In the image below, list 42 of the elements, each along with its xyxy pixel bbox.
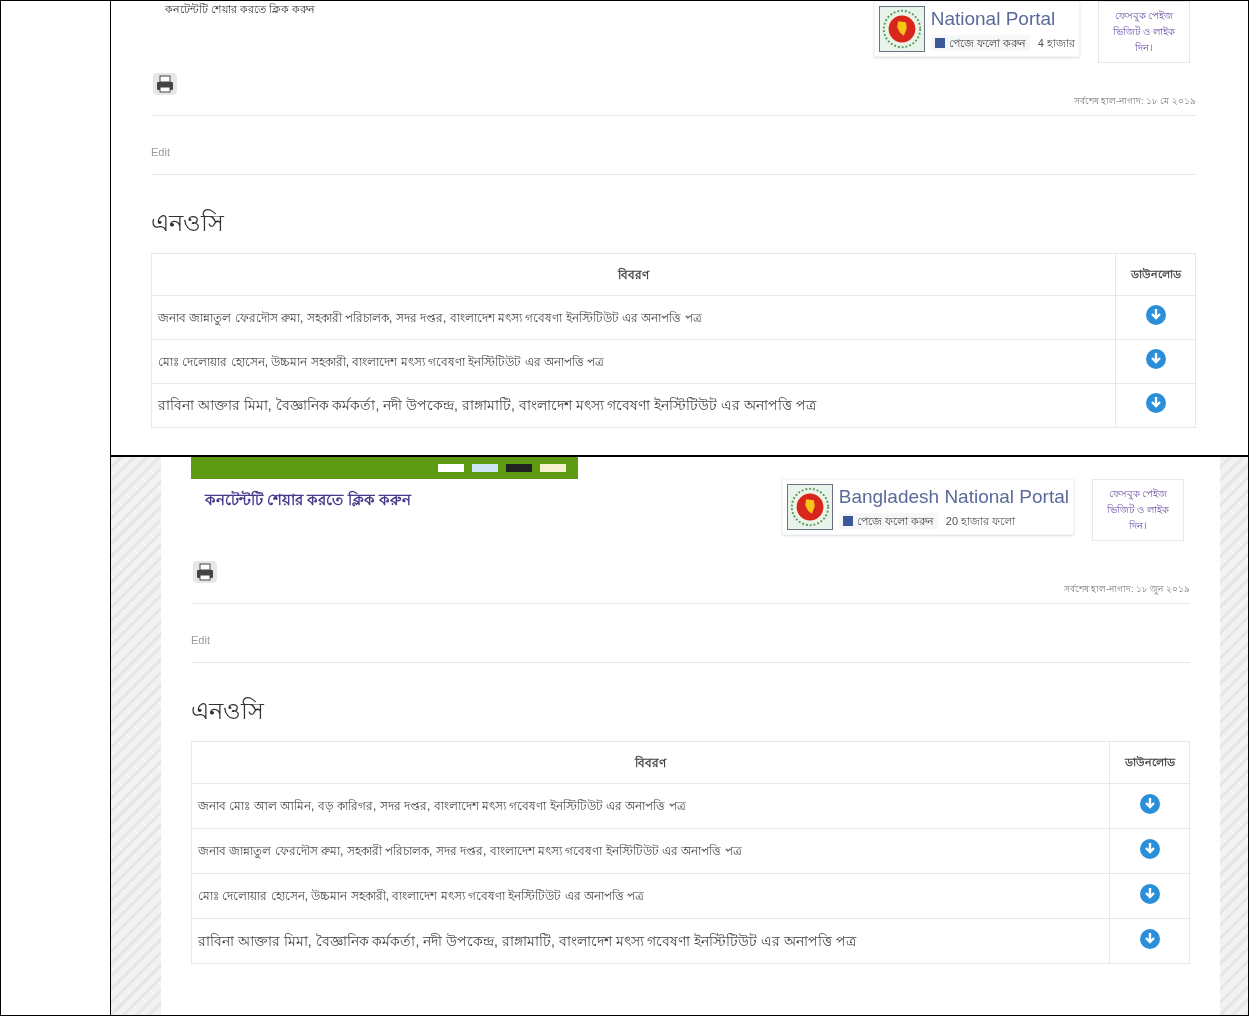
download-icon[interactable]	[1139, 883, 1160, 904]
table-cell: রাবিনা আক্তার মিমা, বৈজ্ঞানিক কর্মকর্তা, নদী উপকেন্দ্র, রাঙ্গামাটি, বাংলাদেশ মৎস্য গবেষণা ইনস্টিটিউট এর অনাপত্তি পত্র	[191, 918, 1110, 964]
download-icon[interactable]	[1139, 928, 1160, 949]
follower-count: 4 হাজার	[1037, 35, 1075, 51]
download-icon[interactable]	[1145, 393, 1166, 413]
download-icon[interactable]	[1139, 793, 1160, 814]
download-icon[interactable]	[1139, 838, 1160, 859]
follow-button[interactable]: পেজে ফলো করুন	[838, 512, 938, 530]
table-header: ডাউনলোড	[1115, 253, 1196, 296]
last-updated-text: সর্বশেষ হাল-নাগাদ: ১৮ মে ২০১৯	[1073, 95, 1196, 108]
table-header: ডাউনলোড	[1109, 741, 1190, 784]
follower-count: 20 হাজার ফলো	[945, 513, 1016, 529]
print-icon[interactable]	[193, 561, 217, 584]
theme-swatch[interactable]	[540, 464, 566, 473]
table-header: বিবরণ	[151, 253, 1116, 296]
download-icon[interactable]	[1145, 305, 1166, 325]
table-cell: জনাব জান্নাতুল ফেরদৌস রুমা, সহকারী পরিচালক, সদর দপ্তর, বাংলাদেশ মৎস্য গবেষণা ইনস্টিটিউট এর অনাপত্তি পত্র	[191, 828, 1110, 874]
download-icon[interactable]	[1145, 349, 1166, 369]
table-header: বিবরণ	[191, 741, 1110, 784]
share-link[interactable]: কনটেন্টটি শেয়ার করতে ক্লিক করুন	[165, 1, 316, 18]
follow-button[interactable]: পেজে ফলো করুন	[930, 34, 1030, 52]
section-heading: এনওসি	[191, 696, 264, 727]
side-note-link[interactable]: ফেসবুক পেইজ ভিজিট ও লাইক দিন।	[1098, 1, 1190, 63]
theme-swatch[interactable]	[438, 464, 464, 473]
portal-title[interactable]: Bangladesh National Portal	[838, 485, 1069, 509]
theme-swatch[interactable]	[472, 464, 498, 473]
side-note-link[interactable]: ফেসবুক পেইজ ভিজিট ও লাইক দিন।	[1092, 479, 1184, 542]
print-icon[interactable]	[153, 73, 177, 95]
theme-swatch[interactable]	[506, 464, 532, 473]
table-cell: মোঃ দেলোয়ার হোসেন, উচ্চমান সহকারী, বাংলাদেশ মৎস্য গবেষণা ইনস্টিটিউট এর অনাপত্তি পত্র	[151, 339, 1116, 384]
emblem-icon	[786, 484, 833, 531]
table-cell: মোঃ দেলোয়ার হোসেন, উচ্চমান সহকারী, বাংলাদেশ মৎস্য গবেষণা ইনস্টিটিউট এর অনাপত্তি পত্র	[191, 873, 1110, 919]
share-link[interactable]: কনটেন্টটি শেয়ার করতে ক্লিক করুন	[205, 489, 411, 512]
emblem-icon	[878, 6, 925, 52]
facebook-icon	[842, 516, 853, 526]
table-cell: জনাব মোঃ আল আমিন, বড় কারিগর, সদর দপ্তর, বাংলাদেশ মৎস্য গবেষণা ইনস্টিটিউট এর অনাপত্তি পত্র	[191, 783, 1110, 829]
portal-title[interactable]: National Portal	[930, 6, 1075, 31]
facebook-icon	[934, 37, 945, 48]
table-cell: রাবিনা আক্তার মিমা, বৈজ্ঞানিক কর্মকর্তা, নদী উপকেন্দ্র, রাঙ্গামাটি, বাংলাদেশ মৎস্য গবেষণা ইনস্টিটিউট এর অনাপত্তি পত্র	[151, 383, 1116, 428]
section-heading: এনওসি	[151, 208, 224, 238]
last-updated-text: সর্বশেষ হাল-নাগাদ: ১৮ জুন ২০১৯	[1063, 583, 1190, 597]
table-cell: জনাব জান্নাতুল ফেরদৌস রুমা, সহকারী পরিচালক, সদর দপ্তর, বাংলাদেশ মৎস্য গবেষণা ইনস্টিটিউট এর অনাপত্তি পত্র	[151, 295, 1116, 340]
